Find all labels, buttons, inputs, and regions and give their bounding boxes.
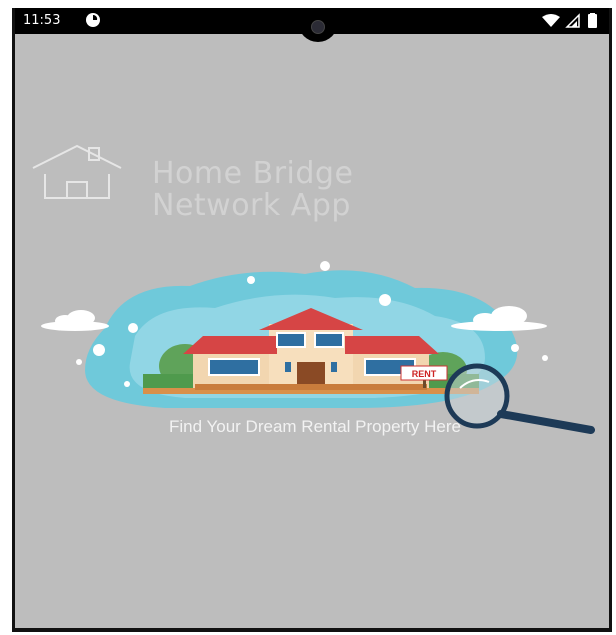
tagline: Find Your Dream Rental Property Here [169,417,461,436]
battery-icon [588,13,597,28]
status-bar: 11:53 [15,8,609,42]
cloud-left [41,310,109,331]
status-time: 11:53 [23,13,61,28]
phone-screen: 11:53 Home Bridge Network App RENT Find … [12,8,612,632]
house-outline-icon [31,144,123,207]
app-title-line-1: Home Bridge [152,156,354,191]
app-title: Home Bridge Network App [152,158,353,222]
rent-sign-label: RENT [412,369,437,379]
wifi-icon [542,14,560,27]
camera-lens [311,20,325,34]
front-camera [298,12,338,42]
status-icons [541,13,605,34]
app-title-line-2: Network App [152,188,351,223]
house-with-magnifier-illustration: RENT [15,258,609,443]
notification-icon [85,12,101,33]
signal-icon [565,13,580,28]
